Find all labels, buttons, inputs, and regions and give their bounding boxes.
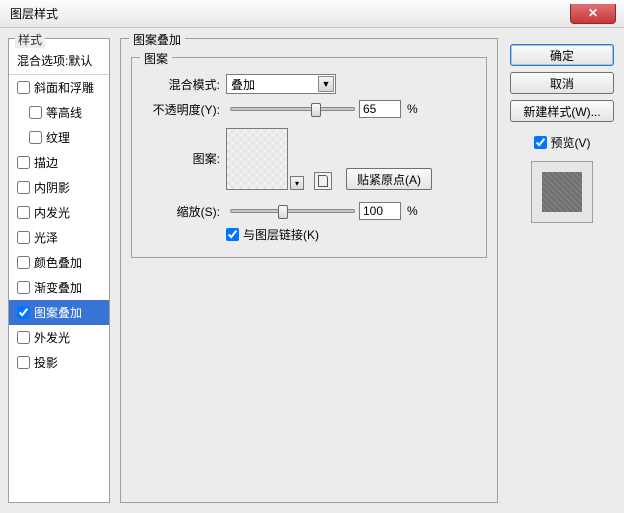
ok-label: 确定 (550, 47, 574, 64)
opacity-slider[interactable] (230, 107, 355, 111)
style-checkbox[interactable] (29, 131, 42, 144)
preview-checkbox[interactable] (534, 136, 547, 149)
cancel-label: 取消 (550, 75, 574, 92)
scale-row: 缩放(S): % (144, 202, 474, 220)
preview-label: 预览(V) (551, 134, 591, 151)
new-preset-icon[interactable] (314, 172, 332, 190)
style-item-label: 等高线 (46, 104, 82, 121)
preview-texture (542, 172, 582, 212)
scale-input[interactable] (359, 202, 401, 220)
style-item-8[interactable]: 渐变叠加 (9, 275, 109, 300)
style-checkbox[interactable] (17, 306, 30, 319)
scale-thumb[interactable] (278, 205, 288, 219)
style-item-3[interactable]: 描边 (9, 150, 109, 175)
pattern-label: 图案: (144, 150, 220, 167)
blend-mode-dropdown[interactable]: 叠加 ▼ (226, 74, 336, 94)
style-item-label: 内阴影 (34, 179, 70, 196)
pattern-picker-arrow[interactable]: ▾ (290, 176, 304, 190)
style-checkbox[interactable] (17, 231, 30, 244)
style-item-9[interactable]: 图案叠加 (9, 300, 109, 325)
style-checkbox[interactable] (17, 356, 30, 369)
style-item-label: 光泽 (34, 229, 58, 246)
style-item-label: 描边 (34, 154, 58, 171)
style-item-label: 投影 (34, 354, 58, 371)
preview-swatch-box (531, 161, 593, 223)
styles-group-label: 样式 (15, 31, 45, 48)
pattern-row: 图案: ▾ 贴紧原点(A) (144, 128, 474, 190)
close-button[interactable]: ✕ (570, 4, 616, 24)
pattern-overlay-group: 图案叠加 图案 混合模式: 叠加 ▼ 不透明度(Y): % (120, 38, 498, 503)
style-item-6[interactable]: 光泽 (9, 225, 109, 250)
style-item-10[interactable]: 外发光 (9, 325, 109, 350)
style-checkbox[interactable] (17, 281, 30, 294)
style-checkbox[interactable] (17, 256, 30, 269)
style-item-7[interactable]: 颜色叠加 (9, 250, 109, 275)
style-item-11[interactable]: 投影 (9, 350, 109, 375)
blend-mode-row: 混合模式: 叠加 ▼ (144, 74, 474, 94)
blend-options-item[interactable]: 混合选项:默认 (9, 47, 109, 75)
inner-legend: 图案 (140, 50, 172, 67)
blend-mode-value: 叠加 (231, 76, 255, 93)
scale-label: 缩放(S): (144, 203, 220, 220)
style-item-1[interactable]: 等高线 (9, 100, 109, 125)
preview-row: 预览(V) (534, 134, 591, 151)
style-checkbox[interactable] (17, 206, 30, 219)
style-checkbox[interactable] (17, 81, 30, 94)
opacity-unit: % (407, 102, 418, 116)
opacity-row: 不透明度(Y): % (144, 100, 474, 118)
ok-button[interactable]: 确定 (510, 44, 614, 66)
snap-origin-label: 贴紧原点(A) (357, 171, 421, 188)
style-item-4[interactable]: 内阴影 (9, 175, 109, 200)
style-item-label: 斜面和浮雕 (34, 79, 94, 96)
style-item-label: 内发光 (34, 204, 70, 221)
scale-unit: % (407, 204, 418, 218)
new-style-label: 新建样式(W)... (523, 103, 600, 120)
style-item-label: 颜色叠加 (34, 254, 82, 271)
style-checkbox[interactable] (17, 156, 30, 169)
styles-list: 混合选项:默认 斜面和浮雕等高线纹理描边内阴影内发光光泽颜色叠加渐变叠加图案叠加… (9, 47, 109, 375)
opacity-thumb[interactable] (311, 103, 321, 117)
link-with-layer-checkbox[interactable] (226, 228, 239, 241)
dialog-content: 样式 混合选项:默认 斜面和浮雕等高线纹理描边内阴影内发光光泽颜色叠加渐变叠加图… (0, 28, 624, 513)
new-style-button[interactable]: 新建样式(W)... (510, 100, 614, 122)
style-checkbox[interactable] (29, 106, 42, 119)
opacity-label: 不透明度(Y): (144, 101, 220, 118)
styles-list-panel: 样式 混合选项:默认 斜面和浮雕等高线纹理描边内阴影内发光光泽颜色叠加渐变叠加图… (8, 38, 110, 503)
style-item-0[interactable]: 斜面和浮雕 (9, 75, 109, 100)
cancel-button[interactable]: 取消 (510, 72, 614, 94)
link-with-layer-label: 与图层链接(K) (243, 226, 319, 243)
opacity-input[interactable] (359, 100, 401, 118)
style-item-label: 图案叠加 (34, 304, 82, 321)
style-item-label: 纹理 (46, 129, 70, 146)
blend-options-label: 混合选项:默认 (17, 52, 92, 69)
link-with-layer-row: 与图层链接(K) (226, 226, 474, 243)
style-item-5[interactable]: 内发光 (9, 200, 109, 225)
style-item-label: 外发光 (34, 329, 70, 346)
style-item-label: 渐变叠加 (34, 279, 82, 296)
window-title: 图层样式 (10, 5, 58, 22)
style-checkbox[interactable] (17, 331, 30, 344)
pattern-group: 图案 混合模式: 叠加 ▼ 不透明度(Y): % (131, 57, 487, 258)
action-panel: 确定 取消 新建样式(W)... 预览(V) (498, 38, 616, 503)
close-icon: ✕ (588, 6, 598, 20)
titlebar: 图层样式 ✕ (0, 0, 624, 28)
scale-slider[interactable] (230, 209, 355, 213)
snap-origin-button[interactable]: 贴紧原点(A) (346, 168, 432, 190)
outer-legend: 图案叠加 (129, 31, 185, 48)
pattern-swatch[interactable] (226, 128, 288, 190)
style-item-2[interactable]: 纹理 (9, 125, 109, 150)
style-checkbox[interactable] (17, 181, 30, 194)
blend-mode-label: 混合模式: (144, 76, 220, 93)
settings-panel: 图案叠加 图案 混合模式: 叠加 ▼ 不透明度(Y): % (110, 38, 498, 503)
chevron-down-icon: ▼ (318, 76, 334, 92)
